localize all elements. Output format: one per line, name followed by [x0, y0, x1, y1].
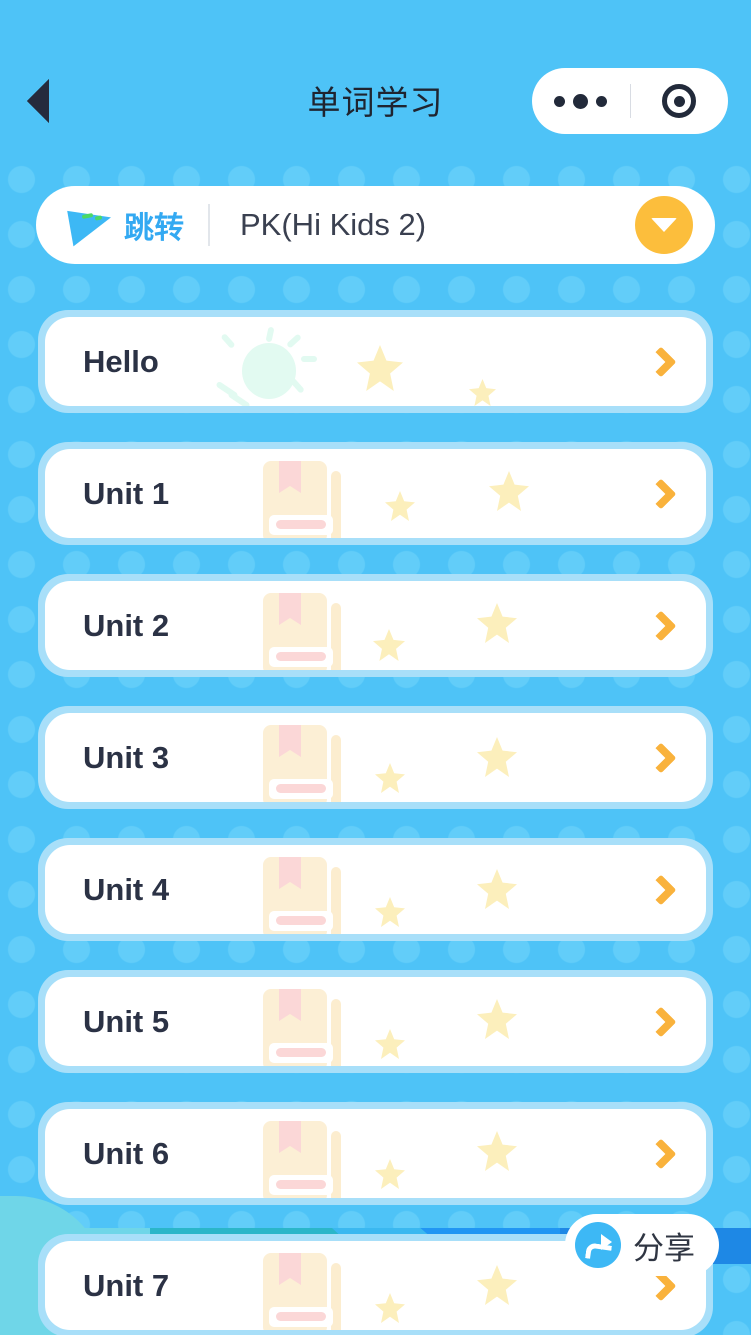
chevron-right-icon[interactable]	[645, 609, 677, 642]
chevron-down-icon[interactable]	[635, 196, 693, 254]
star-decor	[469, 379, 496, 406]
star-decor	[375, 1293, 405, 1323]
list-item-label: Unit 7	[83, 1267, 170, 1303]
chevron-right-icon[interactable]	[645, 1005, 677, 1038]
dot-3	[596, 95, 608, 107]
star-decor	[375, 1159, 405, 1189]
book-icon	[263, 593, 341, 670]
list-item[interactable]: Unit 3	[38, 706, 713, 809]
star-decor	[373, 629, 405, 661]
unit-list: Hello Unit 1 Unit 2 Unit 3 Unit 4 Unit 5…	[0, 310, 751, 1335]
star-decor	[375, 897, 405, 927]
book-icon	[263, 857, 341, 934]
star-decor	[375, 1029, 405, 1059]
star-decor	[489, 471, 529, 511]
list-item-label: Unit 3	[83, 739, 170, 775]
list-item[interactable]: Unit 1	[38, 442, 713, 545]
list-item-label: Unit 5	[83, 1003, 170, 1039]
star-decor	[477, 737, 517, 777]
list-item-label: Unit 1	[83, 475, 170, 511]
list-item-label: Unit 6	[83, 1135, 170, 1171]
list-item[interactable]: Unit 2	[38, 574, 713, 677]
more-dots-icon[interactable]	[532, 68, 630, 134]
jump-label: 跳转	[124, 212, 184, 245]
chevron-right-icon[interactable]	[645, 1137, 677, 1170]
list-item[interactable]: Hello	[38, 310, 713, 413]
chevron-right-icon[interactable]	[645, 477, 677, 510]
list-item-label: Hello	[83, 343, 159, 379]
star-decor	[477, 1131, 517, 1171]
wechat-capsule	[532, 68, 728, 134]
star-decor	[477, 869, 517, 909]
chevron-right-icon[interactable]	[645, 873, 677, 906]
header-bar: 单词学习	[0, 0, 751, 146]
dot-2	[573, 93, 589, 109]
book-icon	[263, 1121, 341, 1198]
list-item[interactable]: Unit 4	[38, 838, 713, 941]
share-button[interactable]: 分享	[565, 1214, 719, 1276]
chevron-right-icon[interactable]	[645, 741, 677, 774]
share-arrow-icon	[575, 1222, 621, 1268]
list-item[interactable]: Unit 6	[38, 1102, 713, 1205]
book-icon	[263, 461, 341, 538]
star-decor	[477, 603, 517, 643]
list-item-label: Unit 2	[83, 607, 170, 643]
sun-icon	[215, 326, 317, 406]
target-circle-icon[interactable]	[631, 68, 729, 134]
star-decor	[385, 491, 415, 521]
star-decor	[375, 763, 405, 793]
book-icon	[263, 989, 341, 1066]
share-label: 分享	[633, 1230, 695, 1266]
book-icon	[263, 725, 341, 802]
book-icon	[263, 1253, 341, 1330]
dot-1	[554, 95, 566, 107]
list-item-label: Unit 4	[83, 871, 170, 907]
app-screen: 单词学习 跳转 PK(Hi Kids 2) Hello Unit 1 Unit …	[0, 0, 751, 1335]
list-item[interactable]: Unit 5	[38, 970, 713, 1073]
jump-trigger[interactable]: 跳转	[36, 203, 208, 247]
star-decor	[357, 345, 403, 391]
star-decor	[477, 999, 517, 1039]
jump-bar[interactable]: 跳转 PK(Hi Kids 2)	[36, 186, 715, 264]
chevron-right-icon[interactable]	[645, 345, 677, 378]
selected-book-value[interactable]: PK(Hi Kids 2)	[210, 207, 635, 243]
send-plane-icon	[67, 203, 115, 247]
star-decor	[477, 1265, 517, 1305]
